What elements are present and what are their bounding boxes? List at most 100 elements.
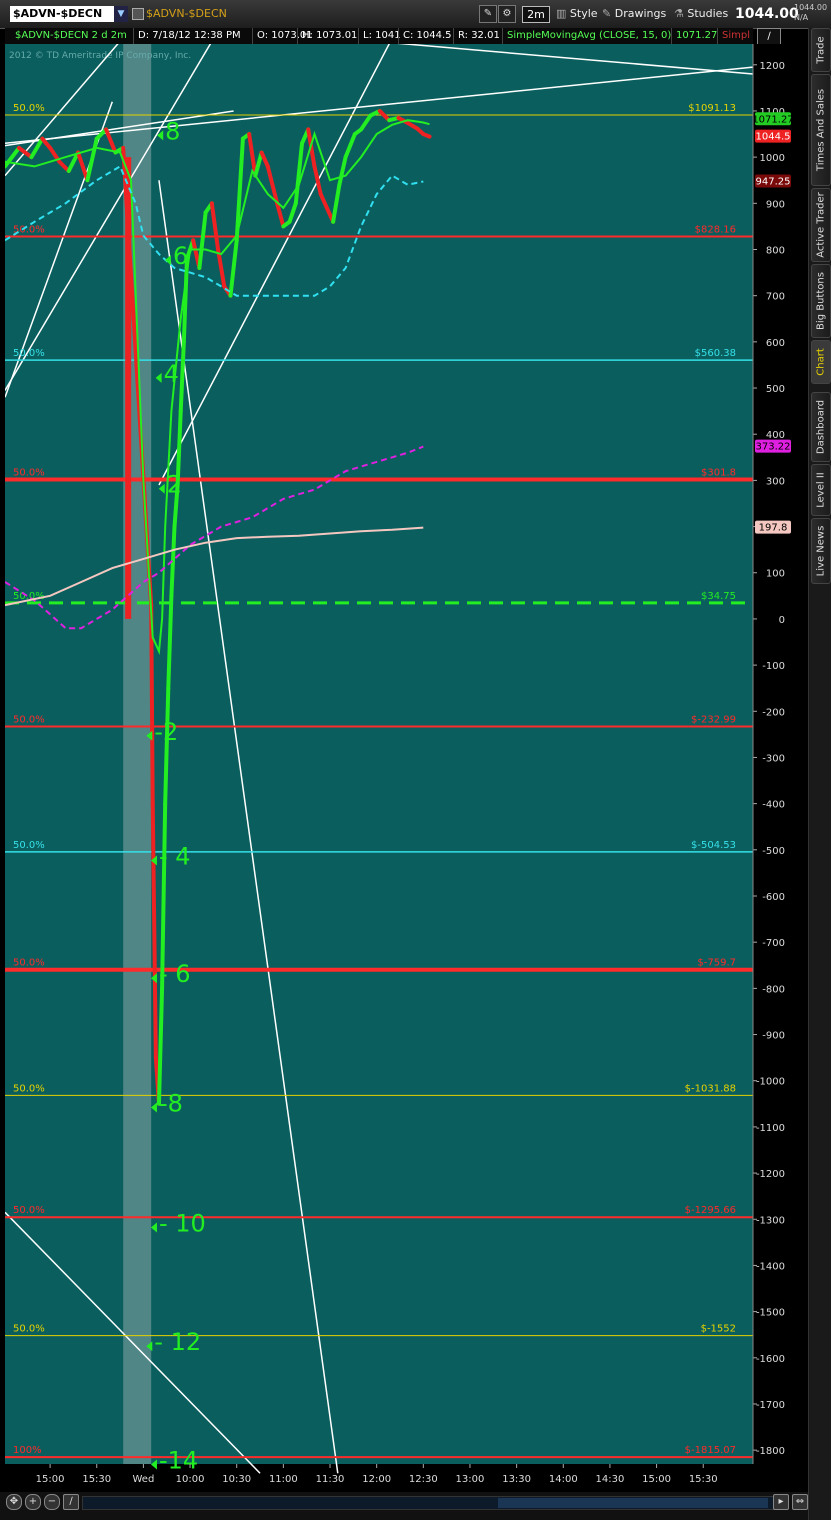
- draw-line-icon[interactable]: ∕: [63, 1494, 79, 1510]
- symbol-dropdown-icon[interactable]: ▼: [114, 6, 128, 22]
- y-tick-label: -500: [762, 846, 785, 857]
- settings-icon[interactable]: ⚙: [498, 5, 516, 23]
- watermark: 2012 © TD Ameritrade IP Company, Inc.: [9, 51, 191, 61]
- fib-level-price: $34.75: [701, 591, 736, 602]
- fib-level-percent: 50.0%: [13, 1324, 45, 1335]
- x-tick-label: 12:30: [409, 1474, 438, 1485]
- expand-icon[interactable]: ⇔: [792, 1494, 808, 1510]
- y-tick-label: 300: [766, 476, 785, 487]
- tab-dashboard-label: Dashboard: [815, 399, 827, 455]
- y-tick-label: 500: [766, 384, 785, 395]
- y-tick-label: -700: [762, 938, 785, 949]
- y-tick-label: 1000: [760, 153, 785, 164]
- fib-level-price: $-1295.66: [685, 1205, 736, 1216]
- drawings-button[interactable]: ✎ Drawings: [602, 5, 666, 23]
- y-tick-label: 900: [766, 199, 785, 210]
- x-tick-label: 15:30: [82, 1474, 111, 1485]
- study-value: 1071.27: [671, 28, 717, 44]
- y-tick-label: -600: [762, 892, 785, 903]
- bar-high: H: 1073.01: [297, 28, 357, 44]
- style-button[interactable]: ▥ Style: [556, 5, 598, 23]
- x-tick-label: 12:00: [362, 1474, 391, 1485]
- fib-level-price: $560.38: [695, 348, 736, 359]
- count-label: -14: [159, 1446, 198, 1474]
- drawings-label: Drawings: [614, 7, 667, 20]
- y-tick-label: 100: [766, 569, 785, 580]
- wrench-icon[interactable]: ✎: [479, 5, 497, 23]
- tab-dashboard[interactable]: Dashboard: [811, 392, 831, 462]
- pan-icon[interactable]: ✥: [6, 1494, 22, 1510]
- time-scrollbar[interactable]: [82, 1496, 786, 1510]
- count-label: - 6: [159, 960, 191, 988]
- x-tick-label: Wed: [132, 1474, 154, 1485]
- price-tag-label: 1044.5: [756, 132, 791, 143]
- count-label: 2: [167, 471, 182, 499]
- fib-level-price: $-1552: [701, 1324, 736, 1335]
- fib-level-price: $1091.13: [688, 103, 736, 114]
- chart-svg[interactable]: 2012 © TD Ameritrade IP Company, Inc. 50.…: [3, 4, 808, 1492]
- fib-level-percent: 100%: [13, 1445, 42, 1456]
- y-tick-label: -1200: [756, 1169, 785, 1180]
- scrollbar-thumb[interactable]: [498, 1498, 768, 1508]
- x-tick-label: 15:00: [36, 1474, 65, 1485]
- fib-level-percent: 50.0%: [13, 348, 45, 359]
- fib-level-price: $-1031.88: [685, 1083, 736, 1094]
- y-tick-label: -1600: [756, 1354, 785, 1365]
- y-tick-label: -1700: [756, 1400, 785, 1411]
- tab-trade[interactable]: Trade: [811, 28, 831, 72]
- style-label: Style: [569, 7, 598, 20]
- chart-area[interactable]: 2012 © TD Ameritrade IP Company, Inc. 50.…: [3, 4, 808, 1492]
- y-tick-label: -1500: [756, 1308, 785, 1319]
- y-tick-label: -400: [762, 800, 785, 811]
- fib-level-price: $-232.99: [691, 715, 736, 726]
- study-name[interactable]: SimpleMovingAvg (CLOSE, 15, 0): [502, 28, 671, 44]
- net-change-small: N/A: [794, 13, 809, 22]
- price-tag-label: 373.22: [756, 442, 791, 453]
- bar-close: C: 1044.5: [398, 28, 452, 44]
- y-tick-label: 700: [766, 292, 785, 303]
- tab-times-and-sales-label: Times And Sales: [815, 88, 827, 172]
- price-bar-segment: [421, 132, 432, 139]
- x-axis-background: [5, 1464, 808, 1492]
- x-tick-label: 11:30: [316, 1474, 345, 1485]
- tab-live-news[interactable]: Live News: [811, 518, 831, 584]
- y-tick-label: -300: [762, 753, 785, 764]
- y-tick-label: -1800: [756, 1446, 785, 1457]
- bar-date: D: 7/18/12 12:38 PM: [133, 28, 241, 44]
- fib-level-price: $828.16: [695, 224, 736, 235]
- scroll-right-icon[interactable]: ▸: [773, 1494, 789, 1510]
- zoom-in-icon[interactable]: +: [25, 1494, 41, 1510]
- zoom-out-icon[interactable]: −: [44, 1494, 60, 1510]
- tab-big-buttons[interactable]: Big Buttons: [811, 264, 831, 338]
- tab-times-and-sales[interactable]: Times And Sales: [811, 74, 831, 186]
- x-tick-label: 10:00: [176, 1474, 205, 1485]
- fib-level-price: $-504.53: [691, 840, 736, 851]
- x-tick-label: 15:30: [689, 1474, 718, 1485]
- fib-level-percent: 50.0%: [13, 224, 45, 235]
- style-icon: ▥: [556, 7, 567, 20]
- count-label: - 10: [159, 1210, 206, 1238]
- study-abbrev: Simpl: [717, 28, 750, 44]
- tab-level-ii[interactable]: Level II: [811, 464, 831, 516]
- studies-label: Studies: [687, 7, 729, 20]
- symbol-input[interactable]: $ADVN-$DECN: [10, 6, 122, 22]
- last-price-detail: 1044.00 N/A: [794, 3, 827, 23]
- y-tick-label: 1200: [760, 61, 785, 72]
- x-tick-label: 13:30: [502, 1474, 531, 1485]
- last-price-small: 1044.00: [794, 3, 828, 12]
- y-tick-label: -1400: [756, 1261, 785, 1272]
- aggregation-period-button[interactable]: 2m: [522, 6, 550, 23]
- count-label: -2: [154, 718, 178, 746]
- tab-trade-label: Trade: [815, 36, 827, 64]
- y-tick-label: -900: [762, 1031, 785, 1042]
- count-label: - 4: [159, 842, 191, 870]
- x-tick-label: 14:00: [549, 1474, 578, 1485]
- tab-active-trader[interactable]: Active Trader: [811, 188, 831, 262]
- tab-chart-label: Chart: [815, 348, 827, 376]
- plot-background: [5, 44, 753, 1464]
- symbol-link-icon[interactable]: [132, 8, 144, 20]
- y-tick-label: 800: [766, 245, 785, 256]
- studies-button[interactable]: ⚗ Studies: [674, 5, 728, 23]
- tab-chart[interactable]: Chart: [811, 340, 831, 384]
- count-label: 4: [164, 360, 179, 388]
